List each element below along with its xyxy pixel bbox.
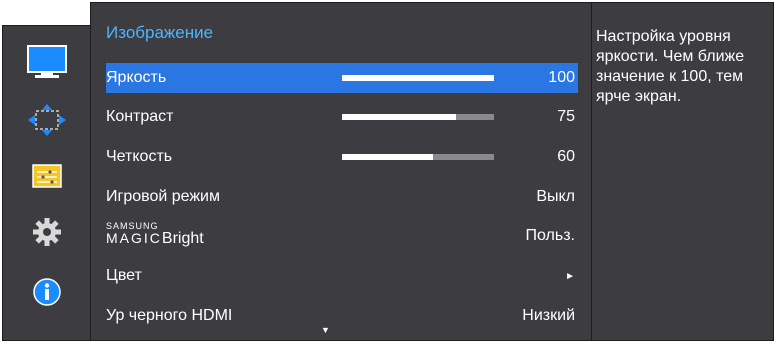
info-icon[interactable] [3, 272, 91, 312]
sharpness-slider[interactable] [342, 154, 494, 160]
menu-item-color[interactable]: Цвет ► [106, 261, 578, 291]
menu-item-value: Выкл [536, 188, 575, 205]
menu-item-value: 60 [557, 148, 575, 165]
picture-icon[interactable] [3, 42, 91, 82]
menu-item-sharpness[interactable]: Четкость 60 [106, 142, 578, 172]
osd-menu: Изображение Яркость 100 Контраст 75 Четк… [0, 0, 776, 343]
picture-menu-panel: Изображение Яркость 100 Контраст 75 Четк… [90, 2, 592, 341]
menu-item-label: Контраст [106, 108, 174, 125]
contrast-slider[interactable] [342, 114, 494, 120]
menu-item-value: 75 [557, 108, 575, 125]
menu-item-contrast[interactable]: Контраст 75 [106, 102, 578, 132]
menu-item-label: Цвет [106, 267, 142, 284]
settings-list-icon[interactable] [3, 156, 91, 196]
menu-item-label: Ур черного HDMI [106, 307, 233, 324]
menu-item-label: Четкость [106, 148, 173, 165]
scroll-down-icon[interactable]: ▼ [321, 325, 330, 335]
menu-item-label: Игровой режим [106, 188, 220, 205]
menu-item-game-mode[interactable]: Игровой режим Выкл [106, 182, 578, 212]
sharpness-slider-fill [342, 154, 434, 160]
brightness-slider[interactable] [342, 75, 494, 81]
help-text: Настройка уровня яркости. Чем ближе знач… [596, 28, 745, 105]
magic-bright-label: SAMSUNG MAGICBright [106, 222, 204, 247]
brightness-slider-fill [342, 75, 494, 81]
menu-item-value: Низкий [522, 307, 575, 324]
menu-item-hdmi-black-level[interactable]: Ур черного HDMI Низкий [106, 301, 578, 331]
menu-item-value: Польз. [525, 227, 576, 244]
submenu-arrow-icon: ► [565, 271, 575, 282]
menu-item-label: Яркость [106, 69, 167, 86]
menu-item-magic-bright[interactable]: SAMSUNG MAGICBright Польз. [106, 221, 578, 251]
contrast-slider-fill [342, 114, 456, 120]
menu-title: Изображение [106, 23, 214, 42]
bright-word: Bright [161, 230, 204, 247]
magic-wordmark: MAGIC [106, 230, 162, 246]
help-panel: Настройка уровня яркости. Чем ближе знач… [592, 2, 774, 341]
screen-adjust-icon[interactable] [3, 100, 91, 140]
category-sidebar [2, 25, 90, 341]
menu-item-brightness[interactable]: Яркость 100 [106, 63, 578, 93]
gear-icon[interactable] [3, 212, 91, 252]
menu-item-value: 100 [548, 69, 575, 86]
